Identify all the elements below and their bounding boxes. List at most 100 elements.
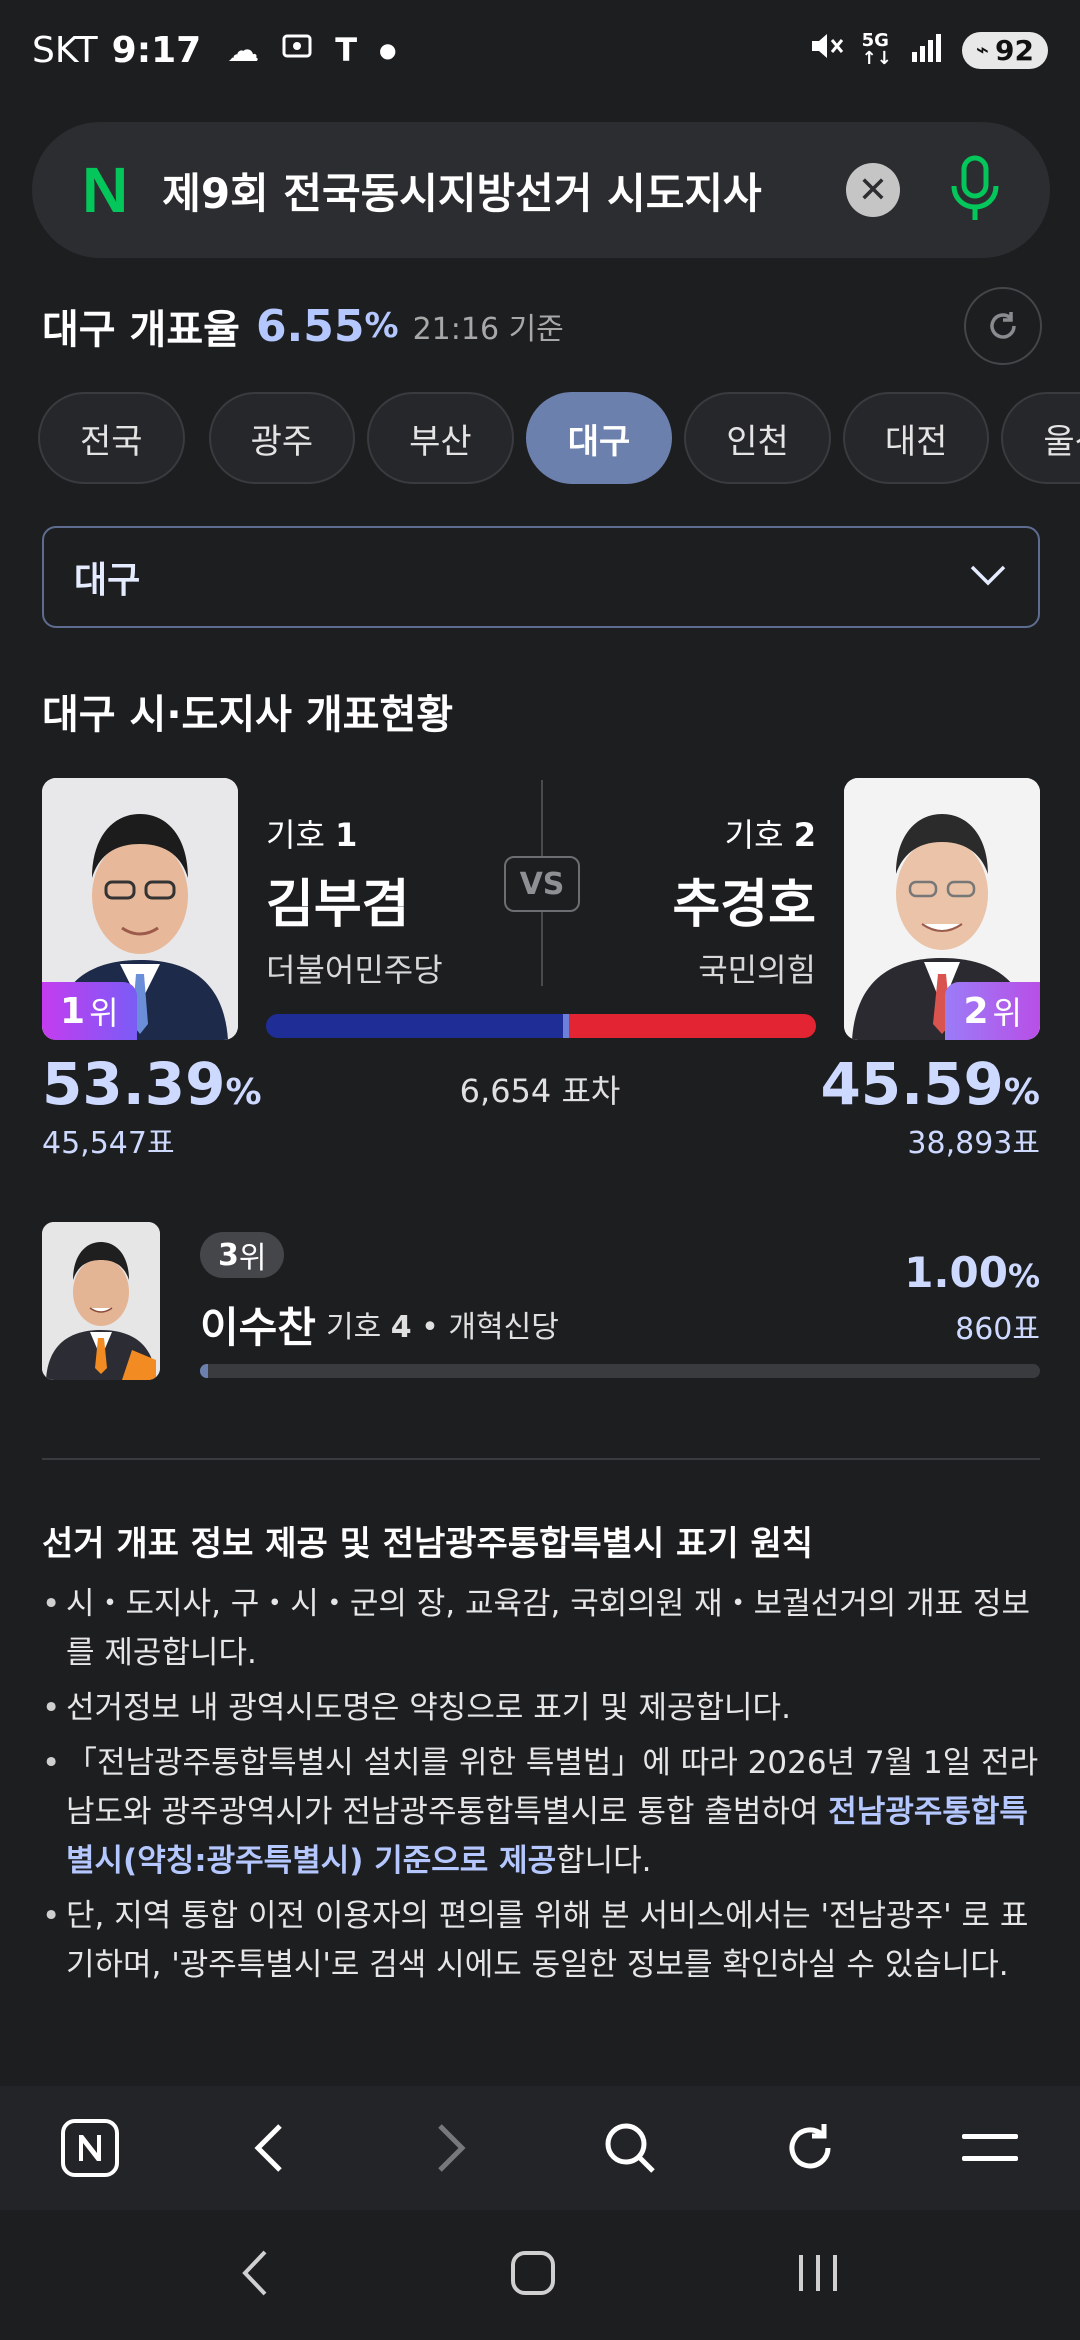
chevron-down-icon <box>968 563 1008 591</box>
candidate-2-percent-unit: % <box>1003 1072 1040 1113</box>
section-title: 대구 시·도지사 개표현황 <box>42 692 454 738</box>
search-input[interactable]: 제9회 전국동시지방선거 시도지사 <box>162 160 846 221</box>
back-icon[interactable] <box>225 2103 315 2193</box>
signal-icon <box>910 30 944 71</box>
region-tab-ulsan[interactable]: 울산 <box>1001 392 1080 484</box>
candidate-2-info: 기호 2 추경호 국민의힘 <box>672 810 816 991</box>
candidate-1-percent-unit: % <box>225 1072 262 1113</box>
5g-icon: 5G ↑↓ <box>861 30 892 69</box>
candidate-1-percent: 53.39% <box>42 1050 262 1118</box>
notice-item: 단, 지역 통합 이전 이용자의 편의를 위해 본 서비스에서는 '전남광주' … <box>42 1892 1042 1990</box>
candidate-3-rank-suffix: 위 <box>238 1241 267 1276</box>
count-rate-time: 21:16 기준 <box>412 312 564 347</box>
dot-icon: ● <box>379 38 397 62</box>
clock: 9:17 <box>111 29 202 71</box>
candidate-1-number-value: 1 <box>335 816 358 854</box>
candidate-3-rank-badge: 3위 <box>200 1232 285 1278</box>
microphone-icon[interactable] <box>940 150 1010 230</box>
candidate-3-share-fill <box>200 1364 209 1378</box>
candidate-3-percent: 1.00% <box>904 1248 1040 1297</box>
candidate-1-rank-suffix: 위 <box>89 994 119 1032</box>
candidate-3-votes: 860표 <box>955 1312 1040 1347</box>
search-bar[interactable]: N 제9회 전국동시지방선거 시도지사 ✕ <box>32 122 1050 258</box>
refresh-icon <box>990 312 1016 339</box>
notice-item: 시・도지사, 구・시・군의 장, 교육감, 국회의원 재・보궐선거의 개표 정보… <box>42 1580 1042 1678</box>
count-rate-value: 6.55 <box>255 300 365 352</box>
candidate-2-rank-suffix: 위 <box>992 994 1022 1032</box>
candidate-2-rank-number: 2 <box>963 990 989 1032</box>
candidate-1-number: 기호 1 <box>266 810 443 856</box>
candidate-1-party: 더불어민주당 <box>266 951 443 989</box>
candidate-3-number-value: 4 <box>390 1310 412 1345</box>
region-tab-daegu[interactable]: 대구 <box>525 392 673 484</box>
vote-gap: 6,654 표차 <box>459 1072 621 1110</box>
region-tab-gwangju[interactable]: 광주 <box>208 392 356 484</box>
candidate-3-percent-value: 1.00 <box>904 1248 1008 1297</box>
back-nav-icon[interactable] <box>237 2248 273 2302</box>
notice-item: 「전남광주통합특별시 설치를 위한 특별법」에 따라 2026년 7월 1일 전… <box>42 1739 1042 1886</box>
notice-title: 선거 개표 정보 제공 및 전남광주통합특별시 표기 원칙 <box>42 1524 814 1564</box>
t-icon: T <box>335 31 358 69</box>
screen-capture-icon <box>281 30 313 70</box>
mute-icon <box>808 28 844 73</box>
battery-icon: ⌁ 92 <box>961 31 1048 69</box>
candidate-1-votes: 45,547표 <box>42 1126 175 1161</box>
cloud-icon: ☁ <box>227 31 260 69</box>
region-select[interactable]: 대구 <box>42 526 1040 628</box>
vs-badge: VS <box>504 856 580 912</box>
vote-share-bar <box>266 1014 816 1038</box>
notice-item: 선거정보 내 광역시도명은 약칭으로 표기 및 제공합니다. <box>42 1684 1042 1733</box>
candidate-1-rank-badge: 1위 <box>42 982 137 1040</box>
candidate-2-percent-value: 45.59 <box>820 1050 1004 1118</box>
search-icon[interactable] <box>585 2103 675 2193</box>
notice-item-text-end: 합니다. <box>556 1843 652 1879</box>
candidate-1-share-fill <box>266 1014 563 1038</box>
candidate-2-number-value: 2 <box>793 816 816 854</box>
count-rate-title: 대구 개표율 <box>42 307 240 353</box>
region-tab-busan[interactable]: 부산 <box>367 392 514 484</box>
candidate-1-info: 기호 1 김부겸 더불어민주당 <box>266 810 443 991</box>
candidate-2-percent: 45.59% <box>820 1050 1040 1118</box>
region-tab-daejeon[interactable]: 대전 <box>842 392 990 484</box>
candidate-3-meta: 기호 4 • 개혁신당 <box>326 1310 559 1345</box>
candidate-3-number-label: 기호 <box>326 1310 382 1345</box>
candidate-2-number-label: 기호 <box>724 816 784 854</box>
region-tab-incheon[interactable]: 인천 <box>684 392 831 484</box>
battery-level: 92 <box>995 33 1034 67</box>
notice-list: 시・도지사, 구・시・군의 장, 교육감, 국회의원 재・보궐선거의 개표 정보… <box>42 1580 1042 1996</box>
candidate-2-party: 국민의힘 <box>698 951 816 989</box>
status-bar: SKT 9:17 ☁ T ● 5G ↑↓ ⌁ 92 <box>0 0 1080 100</box>
candidate-1-rank-number: 1 <box>60 990 86 1032</box>
candidate-3-photo[interactable] <box>42 1222 160 1380</box>
candidate-2-name[interactable]: 추경호 <box>672 862 816 937</box>
count-rate-row: 대구 개표율 6.55 % 21:16 기준 <box>42 286 1042 366</box>
region-select-value: 대구 <box>74 560 141 601</box>
candidate-2-votes: 38,893표 <box>907 1126 1040 1161</box>
candidate-3-share-bar <box>200 1364 1040 1378</box>
home-nav-icon[interactable] <box>508 2248 558 2302</box>
refresh-button[interactable] <box>964 287 1042 365</box>
candidate-2-photo[interactable]: 2위 <box>844 778 1040 1040</box>
candidate-3-portrait <box>42 1222 160 1380</box>
forward-icon[interactable] <box>405 2103 495 2193</box>
region-tabs: 전국 광주 부산 대구 인천 대전 울산 <box>38 390 1080 486</box>
candidate-1-photo[interactable]: 1위 <box>42 778 238 1040</box>
naver-logo-icon[interactable]: N <box>82 153 128 227</box>
carrier-label: SKT <box>32 29 98 71</box>
candidate-1-name[interactable]: 김부겸 <box>266 862 443 937</box>
candidate-2-number: 기호 2 <box>672 810 816 856</box>
candidate-2-rank-badge: 2위 <box>945 982 1040 1040</box>
clear-search-button[interactable]: ✕ <box>846 163 900 217</box>
reload-icon[interactable] <box>765 2103 855 2193</box>
menu-icon[interactable] <box>945 2103 1035 2193</box>
candidate-2-share-fill <box>568 1014 816 1038</box>
section-divider <box>42 1458 1040 1460</box>
candidate-1-percent-value: 53.39 <box>42 1050 226 1118</box>
candidate-3-party: 개혁신당 <box>448 1310 559 1345</box>
naver-home-icon[interactable] <box>45 2103 135 2193</box>
recents-nav-icon[interactable] <box>793 2251 843 2299</box>
region-tab-nationwide[interactable]: 전국 <box>38 392 185 484</box>
candidate-3-rank-number: 3 <box>218 1237 239 1273</box>
candidate-3-name[interactable]: 이수찬 <box>200 1294 316 1355</box>
candidate-3-percent-unit: % <box>1007 1257 1040 1295</box>
